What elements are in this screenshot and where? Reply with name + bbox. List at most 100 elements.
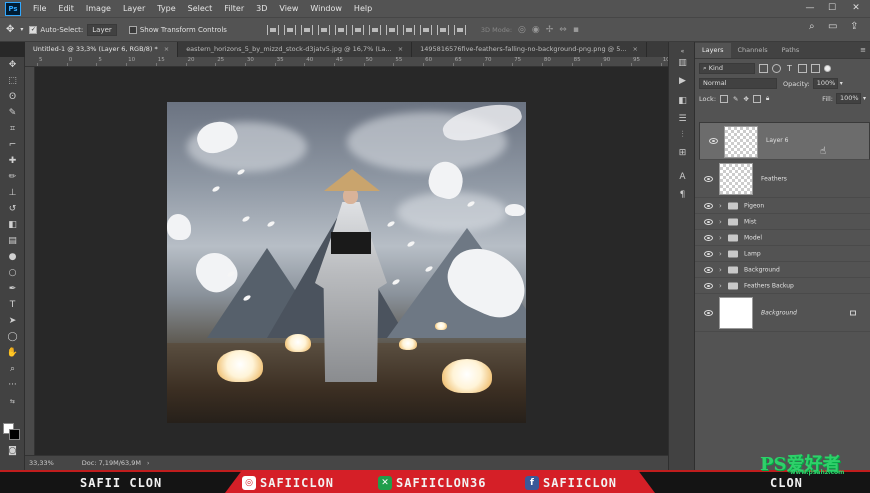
tab-layers[interactable]: Layers	[695, 43, 731, 58]
align-icon[interactable]	[317, 24, 330, 35]
show-transform-option[interactable]: Show Transform Controls	[128, 25, 227, 34]
history-brush-tool-icon[interactable]: ↺	[5, 203, 20, 216]
blur-tool-icon[interactable]: ●	[5, 251, 20, 264]
auto-select-option[interactable]: ✓ Auto-Select:	[29, 25, 83, 34]
eye-icon[interactable]	[704, 202, 713, 209]
move-tool-icon[interactable]: ✥	[6, 24, 14, 35]
close-icon[interactable]: ✕	[846, 0, 866, 17]
menu-3d[interactable]: 3D	[250, 0, 273, 17]
character-panel-icon[interactable]: ◧	[676, 96, 689, 107]
opacity-chevron-icon[interactable]: ▾	[840, 80, 843, 87]
paragraph-panel-icon[interactable]: ¶	[676, 190, 689, 201]
menu-file[interactable]: File	[27, 0, 52, 17]
3d-pan-icon[interactable]: ✢	[546, 25, 554, 35]
align-icon[interactable]	[334, 24, 347, 35]
chevron-right-icon[interactable]: ›	[719, 234, 722, 242]
opacity-input[interactable]: 100%	[812, 78, 838, 89]
filter-toggle-icon[interactable]	[824, 65, 831, 72]
fill-input[interactable]: 100%	[835, 93, 861, 104]
layer-row[interactable]: Feathers	[695, 160, 870, 198]
lasso-tool-icon[interactable]: ʘ	[5, 91, 20, 104]
eye-icon[interactable]	[704, 234, 713, 241]
instagram-handle[interactable]: ◎ SAFIICLON	[242, 473, 334, 493]
filter-pixel-icon[interactable]	[759, 64, 768, 73]
marquee-tool-icon[interactable]: ⬚	[5, 75, 20, 88]
distribute-icon[interactable]	[368, 24, 381, 35]
xing-handle[interactable]: ✕ SAFIICLON36	[378, 473, 486, 493]
path-select-tool-icon[interactable]: ➤	[5, 315, 20, 328]
layer-row[interactable]: Layer 6	[699, 122, 870, 160]
minimize-icon[interactable]: —	[800, 0, 820, 17]
workspace-icon[interactable]: ▭	[828, 21, 837, 32]
tab-feathers[interactable]: 1495816576five-feathers-falling-no-backg…	[412, 42, 647, 57]
background-color-swatch[interactable]	[9, 429, 20, 440]
lock-position-icon[interactable]: ✥	[743, 95, 748, 103]
actions-panel-icon[interactable]: ▶	[676, 76, 689, 87]
facebook-handle[interactable]: f SAFIICLON	[525, 473, 617, 493]
menu-edit[interactable]: Edit	[52, 0, 80, 17]
close-tab-icon[interactable]: ×	[398, 45, 403, 53]
eye-icon[interactable]	[704, 282, 713, 289]
shape-tool-icon[interactable]: ◯	[5, 331, 20, 344]
maximize-icon[interactable]: ☐	[822, 0, 842, 17]
3d-roll-icon[interactable]: ◉	[532, 25, 540, 35]
align-icon[interactable]	[283, 24, 296, 35]
gradient-tool-icon[interactable]: ▤	[5, 235, 20, 248]
adjustments-panel-icon[interactable]: ⫶	[676, 130, 689, 141]
close-tab-icon[interactable]: ×	[164, 45, 169, 53]
brush-settings-icon[interactable]: ⊞	[676, 148, 689, 159]
chevron-right-icon[interactable]: ›	[719, 266, 722, 274]
clone-stamp-tool-icon[interactable]: ⊥	[5, 187, 20, 200]
status-chevron-icon[interactable]: ›	[147, 460, 149, 467]
swap-colors-icon[interactable]: ⇆	[5, 395, 20, 408]
layer-group-row[interactable]: › Mist	[695, 214, 870, 230]
eraser-tool-icon[interactable]: ◧	[5, 219, 20, 232]
filter-kind-dropdown[interactable]: ⌕ Kind	[699, 63, 755, 74]
move-tool-icon[interactable]: ✥	[5, 59, 20, 72]
chevron-right-icon[interactable]: ›	[719, 250, 722, 258]
tab-eastern-horizons[interactable]: eastern_horizons_5_by_mizzd_stock-d3jatv…	[178, 42, 413, 57]
type-tool-icon[interactable]: T	[5, 299, 20, 312]
lock-artboard-icon[interactable]	[752, 94, 761, 103]
distribute-icon[interactable]	[385, 24, 398, 35]
menu-image[interactable]: Image	[80, 0, 117, 17]
align-icon[interactable]	[300, 24, 313, 35]
menu-window[interactable]: Window	[304, 0, 348, 17]
auto-select-checkbox[interactable]: ✓	[29, 25, 38, 34]
menu-type[interactable]: Type	[151, 0, 181, 17]
align-icon[interactable]	[351, 24, 364, 35]
menu-filter[interactable]: Filter	[218, 0, 250, 17]
distribute-icon[interactable]	[419, 24, 432, 35]
brush-tool-icon[interactable]: ✏	[5, 171, 20, 184]
character-panel-icon[interactable]: A	[676, 172, 689, 183]
layer-group-row[interactable]: › Lamp	[695, 246, 870, 262]
eyedropper-tool-icon[interactable]: ⌐	[5, 139, 20, 152]
pen-tool-icon[interactable]: ✒	[5, 283, 20, 296]
filter-smart-object-icon[interactable]	[811, 64, 820, 73]
eye-icon[interactable]	[704, 218, 713, 225]
tool-preset-chevron-icon[interactable]: ▾	[20, 26, 23, 33]
menu-select[interactable]: Select	[182, 0, 219, 17]
auto-select-target-dropdown[interactable]: Layer	[87, 23, 117, 36]
filter-shape-icon[interactable]	[798, 64, 807, 73]
tab-paths[interactable]: Paths	[775, 43, 807, 58]
eye-icon[interactable]	[704, 250, 713, 257]
filter-type-icon[interactable]: T	[785, 64, 794, 73]
dodge-tool-icon[interactable]: ○	[5, 267, 20, 280]
zoom-tool-icon[interactable]: ⌕	[5, 363, 20, 376]
chevron-right-icon[interactable]: ›	[719, 202, 722, 210]
layer-group-row[interactable]: › Model	[695, 230, 870, 246]
tab-channels[interactable]: Channels	[731, 43, 775, 58]
3d-slide-icon[interactable]: ⇔	[559, 25, 567, 35]
lock-pixels-icon[interactable]: ✎	[733, 95, 738, 103]
zoom-level[interactable]: 33,33%	[29, 459, 54, 467]
quick-select-tool-icon[interactable]: ✎	[5, 107, 20, 120]
menu-view[interactable]: View	[273, 0, 304, 17]
show-transform-checkbox[interactable]	[128, 25, 137, 34]
eye-icon[interactable]	[704, 175, 713, 182]
background-layer-row[interactable]: Background	[695, 294, 870, 332]
fill-chevron-icon[interactable]: ▾	[863, 95, 866, 102]
share-icon[interactable]: ⇪	[850, 21, 858, 32]
distribute-icon[interactable]	[402, 24, 415, 35]
tab-untitled[interactable]: Untitled-1 @ 33,3% (Layer 6, RGB/8) * ×	[25, 42, 179, 57]
